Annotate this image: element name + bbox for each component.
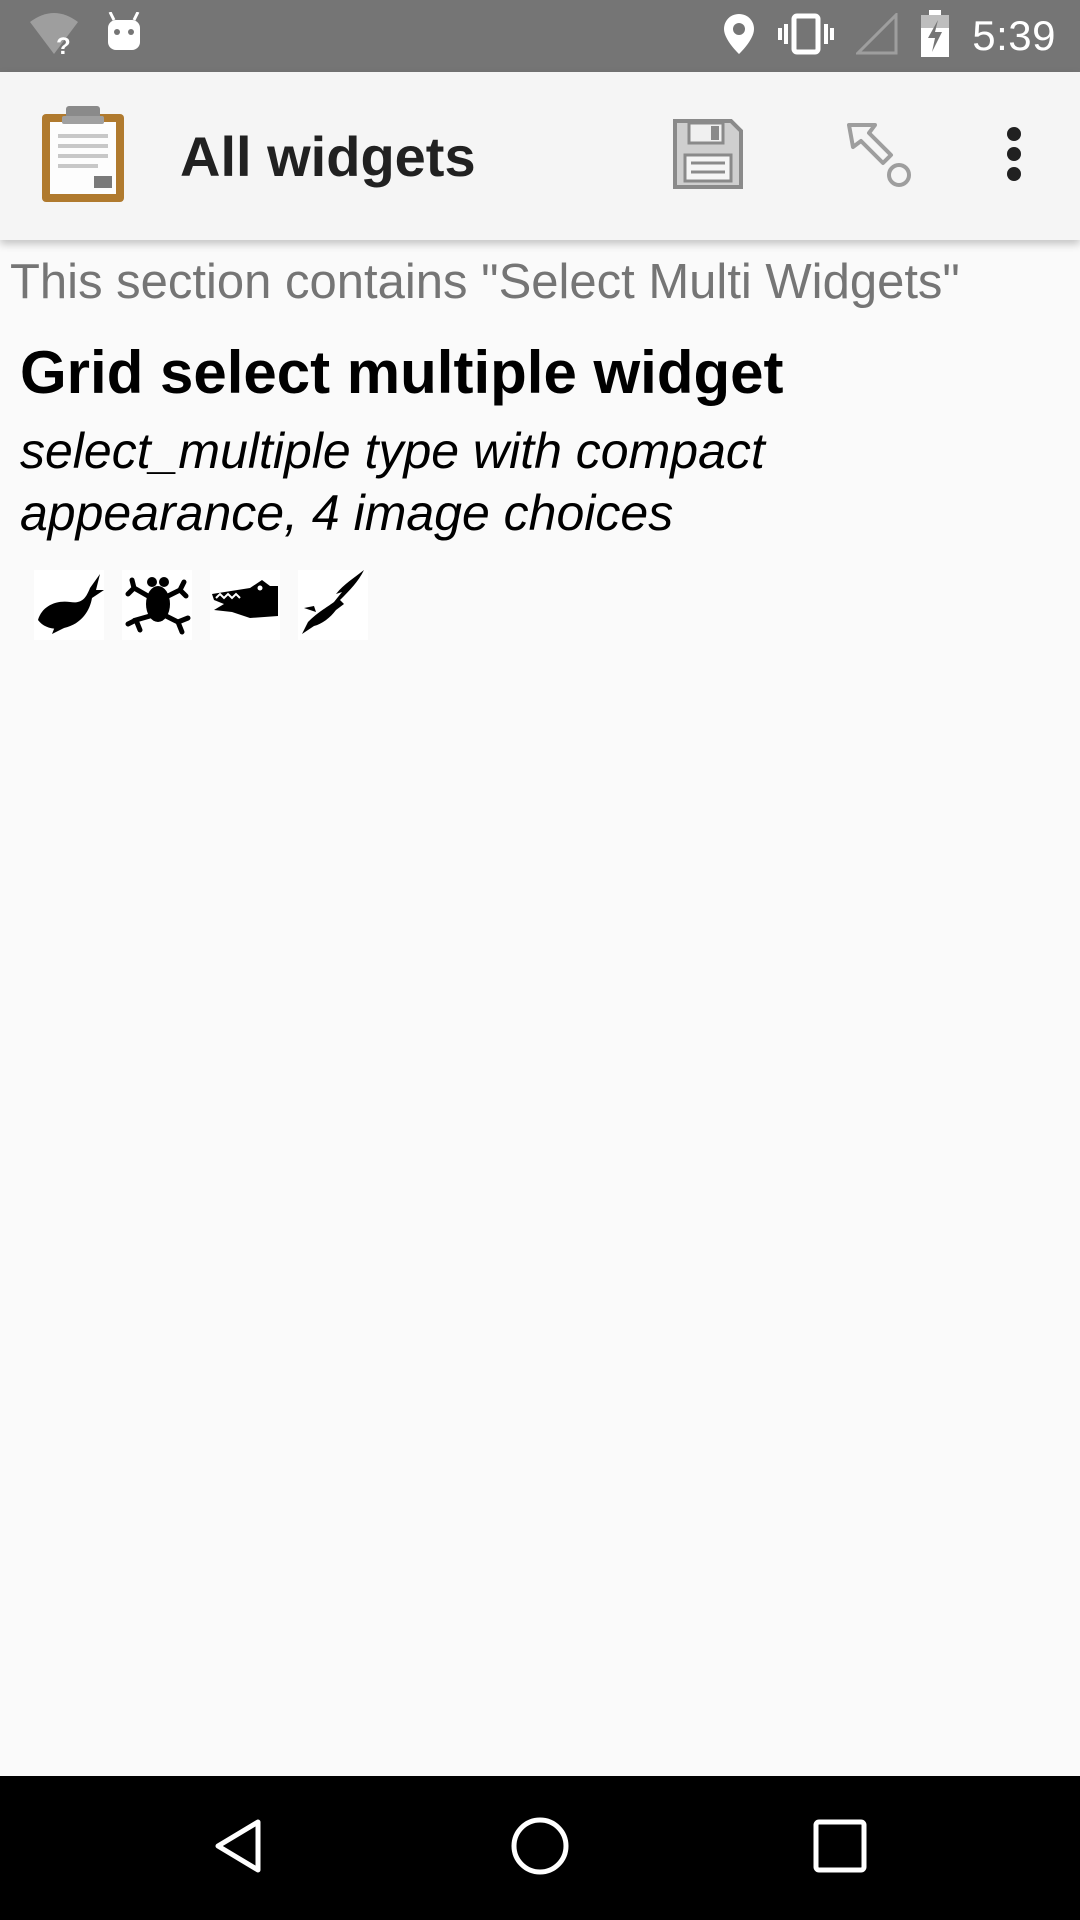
home-icon: [509, 1815, 571, 1882]
signal-icon: [854, 10, 898, 60]
overflow-menu-button[interactable]: [970, 112, 1058, 200]
go-to-icon: [841, 117, 915, 196]
wifi-unknown-icon: ?: [26, 10, 82, 63]
screen: ? 5:39 All widgets This section contains…: [0, 0, 1080, 1920]
status-bar: ? 5:39: [0, 0, 1080, 72]
status-time: 5:39: [972, 12, 1056, 59]
choice-whale[interactable]: [34, 570, 104, 640]
vibrate-icon: [778, 12, 835, 61]
svg-text:?: ?: [56, 33, 71, 58]
eagle-icon: [298, 568, 368, 643]
action-bar: All widgets: [0, 72, 1080, 240]
overflow-menu-icon: [1004, 126, 1024, 187]
android-icon: [104, 11, 144, 61]
image-choice-grid: [34, 568, 368, 643]
frog-icon: [122, 568, 192, 643]
crocodile-icon: [210, 568, 280, 643]
choice-frog[interactable]: [122, 570, 192, 640]
question-hint: select_multiple type with compact appear…: [20, 423, 765, 541]
save-icon: [671, 117, 745, 196]
question-label: Grid select multiple widget: [20, 339, 784, 406]
whale-icon: [34, 568, 104, 643]
choice-eagle[interactable]: [298, 568, 368, 643]
back-button[interactable]: [190, 1798, 290, 1898]
choice-crocodile[interactable]: [210, 570, 280, 640]
location-icon: [722, 12, 756, 61]
app-clipboard-icon: [40, 104, 126, 204]
back-icon: [210, 1816, 270, 1881]
section-text: This section contains "Select Multi Widg…: [10, 255, 960, 309]
battery-charging-icon: [920, 9, 950, 63]
go-to-prompt-button[interactable]: [834, 112, 922, 200]
recents-icon: [812, 1818, 868, 1879]
home-button[interactable]: [490, 1798, 590, 1898]
save-button[interactable]: [664, 112, 752, 200]
toolbar-title: All widgets: [180, 125, 476, 188]
navigation-bar: [0, 1776, 1080, 1920]
recents-button[interactable]: [790, 1798, 890, 1898]
